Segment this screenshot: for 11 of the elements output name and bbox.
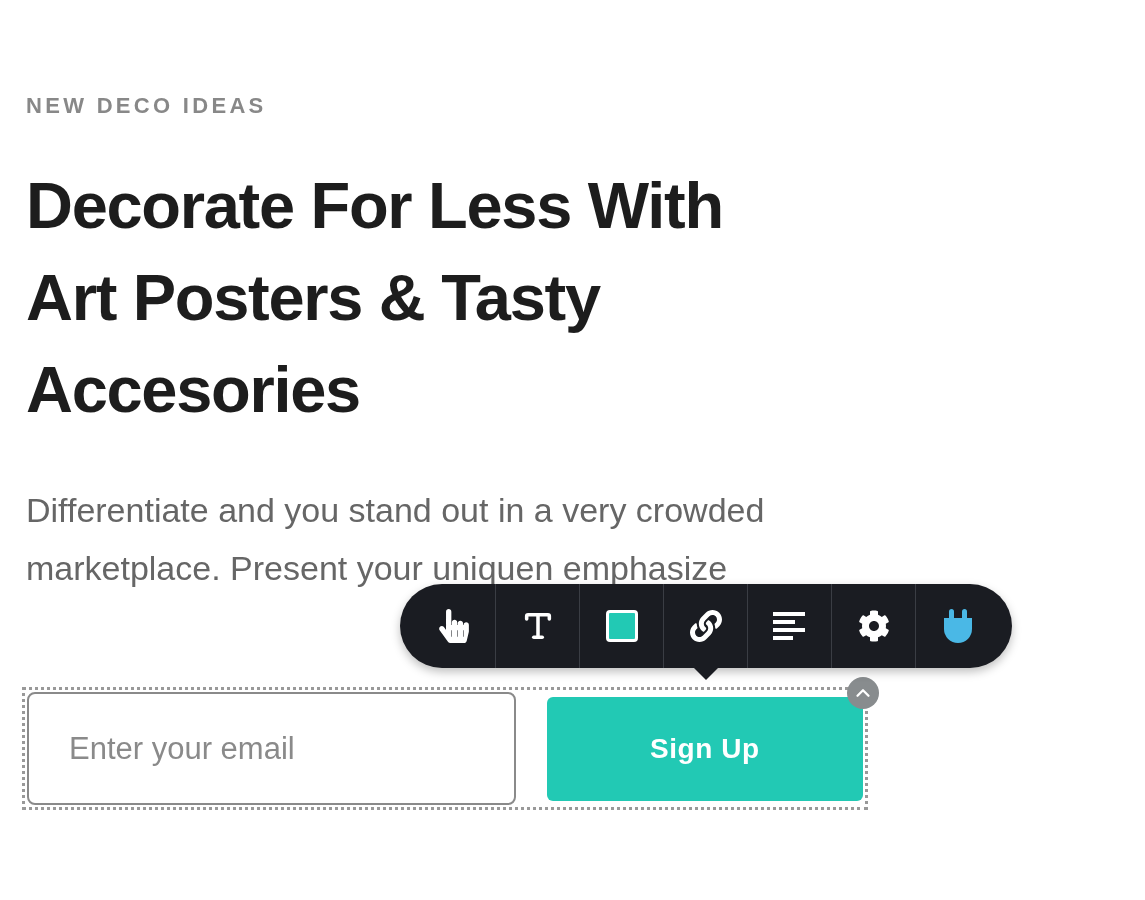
heading: Decorate For Less With Art Posters & Tasty Accesories	[26, 168, 724, 428]
settings-icon	[857, 610, 890, 642]
pointing-hand-icon	[438, 609, 469, 643]
eyebrow-label: NEW DECO IDEAS	[26, 92, 267, 120]
collapse-chevron-icon[interactable]	[847, 677, 879, 709]
email-input-field[interactable]: Enter your email	[27, 692, 516, 805]
sign-up-button[interactable]: Sign Up	[546, 696, 863, 801]
align-left-icon	[772, 612, 807, 640]
link-icon	[689, 610, 722, 642]
plug-icon	[943, 609, 973, 643]
body-paragraph: Differentiate and you stand out in a very crowded marketplace. Present your uniquen emphasize	[26, 490, 766, 589]
